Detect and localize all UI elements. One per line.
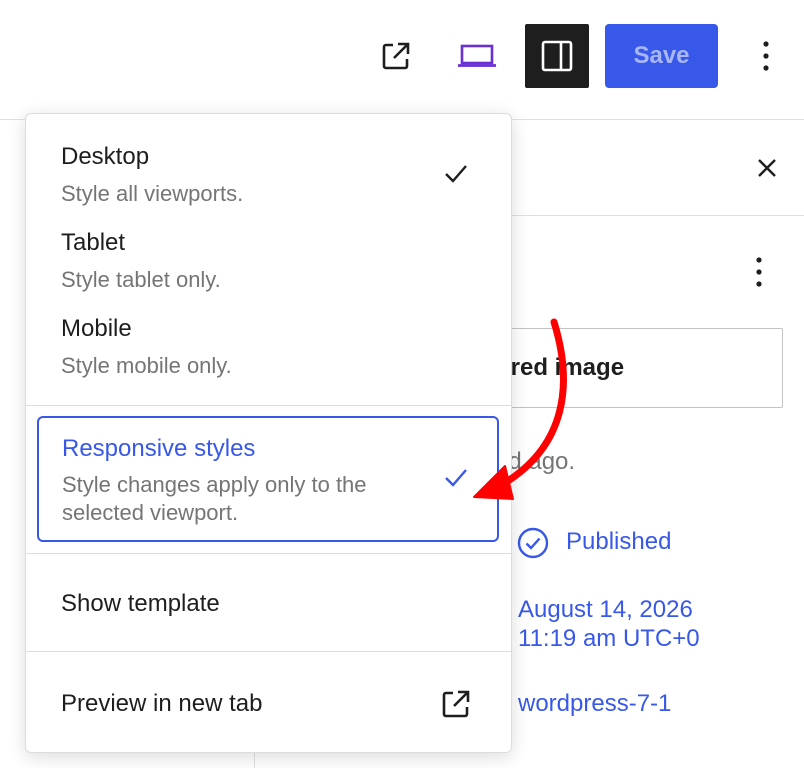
save-button[interactable]: Save — [605, 24, 718, 88]
published-check-icon — [517, 527, 549, 559]
view-post-button[interactable] — [372, 32, 420, 80]
featured-image-label: ured image — [496, 354, 625, 381]
menu-item-label: Tablet — [61, 229, 126, 256]
menu-item-label: Mobile — [61, 315, 132, 342]
publish-time: 11:19 am UTC+0 — [518, 625, 700, 652]
settings-sidebar-toggle[interactable] — [525, 24, 589, 88]
menu-item-mobile[interactable]: Mobile Style mobile only. — [26, 286, 511, 378]
menu-item-desktop[interactable]: Desktop Style all viewports. — [26, 114, 511, 206]
close-icon — [758, 159, 776, 177]
publish-date-button[interactable]: August 14, 2026 11:19 am UTC+0 — [518, 595, 700, 653]
menu-item-description: Style changes apply only to the selected… — [62, 472, 367, 525]
check-icon — [445, 165, 467, 183]
publish-date: August 14, 2026 — [518, 596, 693, 623]
editor-toolbar: Save — [0, 0, 804, 120]
preview-options-menu: Desktop Style all viewports. Tablet Styl… — [25, 113, 512, 753]
more-vertical-icon — [763, 41, 769, 71]
menu-item-preview-new-tab[interactable]: Preview in new tab — [26, 652, 511, 752]
external-link-icon — [442, 690, 470, 718]
post-actions-button[interactable] — [743, 250, 775, 294]
menu-item-label: Desktop — [61, 143, 150, 170]
options-menu-button[interactable] — [744, 32, 788, 80]
sidebar-toggle-icon — [541, 40, 573, 72]
menu-item-label: Responsive styles — [62, 435, 256, 462]
menu-item-label: Preview in new tab — [61, 690, 263, 717]
post-slug-link[interactable]: wordpress-7-1 — [518, 690, 671, 718]
laptop-icon — [458, 44, 496, 67]
device-preview-button[interactable] — [452, 32, 502, 80]
close-sidebar-button[interactable] — [747, 148, 787, 188]
menu-item-label: Show template — [61, 590, 220, 617]
check-icon — [445, 469, 467, 487]
more-vertical-icon — [756, 257, 762, 287]
post-status-button[interactable]: Published — [566, 528, 671, 556]
menu-item-responsive-styles[interactable]: Responsive styles Style changes apply on… — [37, 416, 499, 542]
menu-item-show-template[interactable]: Show template — [26, 554, 511, 650]
menu-item-tablet[interactable]: Tablet Style tablet only. — [26, 200, 511, 292]
external-link-icon — [382, 42, 410, 70]
menu-item-description: Style mobile only. — [61, 353, 232, 378]
partially-visible-row — [293, 758, 613, 768]
menu-separator — [26, 405, 511, 406]
